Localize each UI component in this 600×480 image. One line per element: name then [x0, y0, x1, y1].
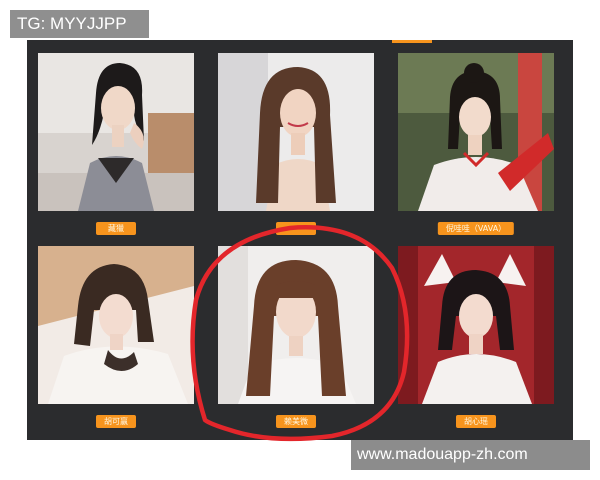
- board-accent-bar: [392, 40, 432, 43]
- portrait-photo-3: [398, 53, 554, 211]
- name-tag-3: 倪哇哇（VAVA）: [437, 222, 515, 235]
- name-tag-2: [276, 222, 316, 235]
- portrait-card-3[interactable]: [398, 53, 554, 211]
- portrait-photo-1: [38, 53, 194, 211]
- watermark-url-label: www.madouapp-zh.com: [351, 440, 590, 470]
- name-tag-6: 胡心瑶: [456, 415, 496, 428]
- watermark-tg-label: TG: MYYJJPP: [10, 10, 149, 38]
- portrait-card-1[interactable]: [38, 53, 194, 211]
- portrait-photo-4: [38, 246, 194, 404]
- portrait-photo-5: [218, 246, 374, 404]
- portrait-photo-6: [398, 246, 554, 404]
- portrait-card-2[interactable]: [218, 53, 374, 211]
- name-tag-4: 胡可赢: [96, 415, 136, 428]
- portrait-card-6[interactable]: [398, 246, 554, 404]
- name-tag-1: 藏獵: [96, 222, 136, 235]
- portrait-photo-2: [218, 53, 374, 211]
- portrait-card-5[interactable]: [218, 246, 374, 404]
- portrait-card-4[interactable]: [38, 246, 194, 404]
- name-tag-5: 赖美微: [276, 415, 316, 428]
